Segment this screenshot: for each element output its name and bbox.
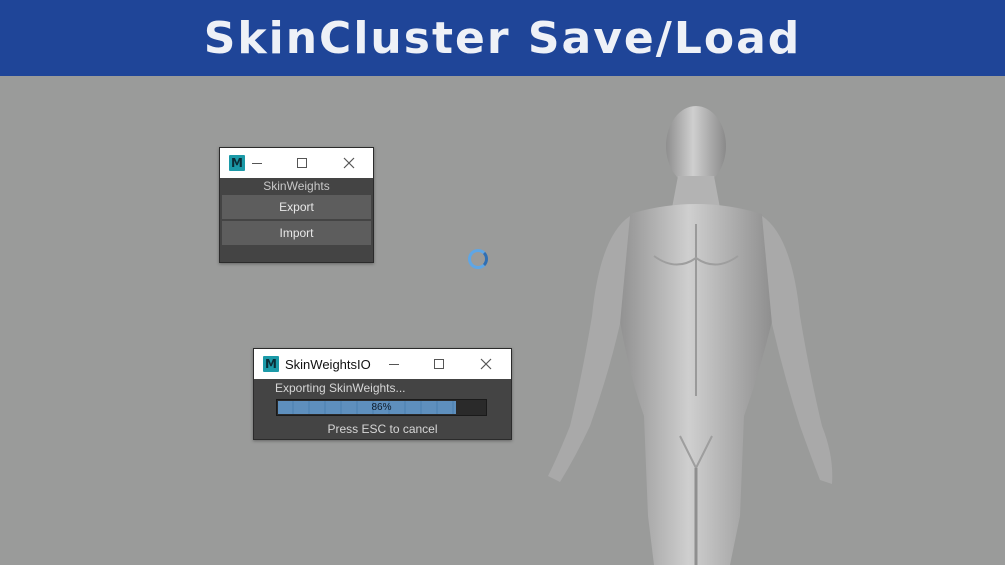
minimize-icon	[252, 163, 262, 164]
head	[666, 106, 726, 186]
close-icon	[480, 358, 492, 370]
import-button[interactable]: Import	[222, 221, 371, 245]
loading-spinner-icon	[468, 249, 488, 269]
banner-title: SkinCluster Save/Load	[203, 12, 802, 64]
progress-bar: 86%	[276, 399, 487, 416]
cancel-hint: Press ESC to cancel	[327, 422, 438, 436]
window-title: SkinWeightsIO	[285, 356, 371, 372]
progress-percent: 86%	[371, 402, 392, 413]
minimize-icon	[389, 364, 399, 365]
human-body-model[interactable]	[530, 96, 860, 565]
title-banner: SkinCluster Save/Load	[0, 0, 1005, 76]
right-arm	[762, 216, 833, 484]
window-titlebar[interactable]: M	[220, 148, 373, 178]
progress-status: Exporting SkinWeights...	[275, 381, 406, 395]
close-icon	[343, 157, 355, 169]
maximize-icon	[434, 359, 444, 369]
window-titlebar[interactable]: M SkinWeightsIO	[254, 349, 511, 379]
skin-weights-window: M SkinWeights Export Import	[219, 147, 374, 263]
close-button[interactable]	[329, 148, 369, 178]
left-arm	[548, 216, 630, 482]
maya-app-icon: M	[263, 356, 279, 372]
close-button[interactable]	[466, 349, 506, 379]
maximize-button[interactable]	[282, 148, 322, 178]
maximize-icon	[297, 158, 307, 168]
minimize-button[interactable]	[237, 148, 277, 178]
maximize-button[interactable]	[419, 349, 459, 379]
maya-viewport[interactable]: SkinCluster Save/Load M SkinWeights Expo…	[0, 0, 1005, 565]
minimize-button[interactable]	[374, 349, 414, 379]
skin-weights-io-window: M SkinWeightsIO Exporting SkinWeights...…	[253, 348, 512, 440]
export-button[interactable]: Export	[222, 195, 371, 219]
section-label: SkinWeights	[263, 179, 330, 193]
